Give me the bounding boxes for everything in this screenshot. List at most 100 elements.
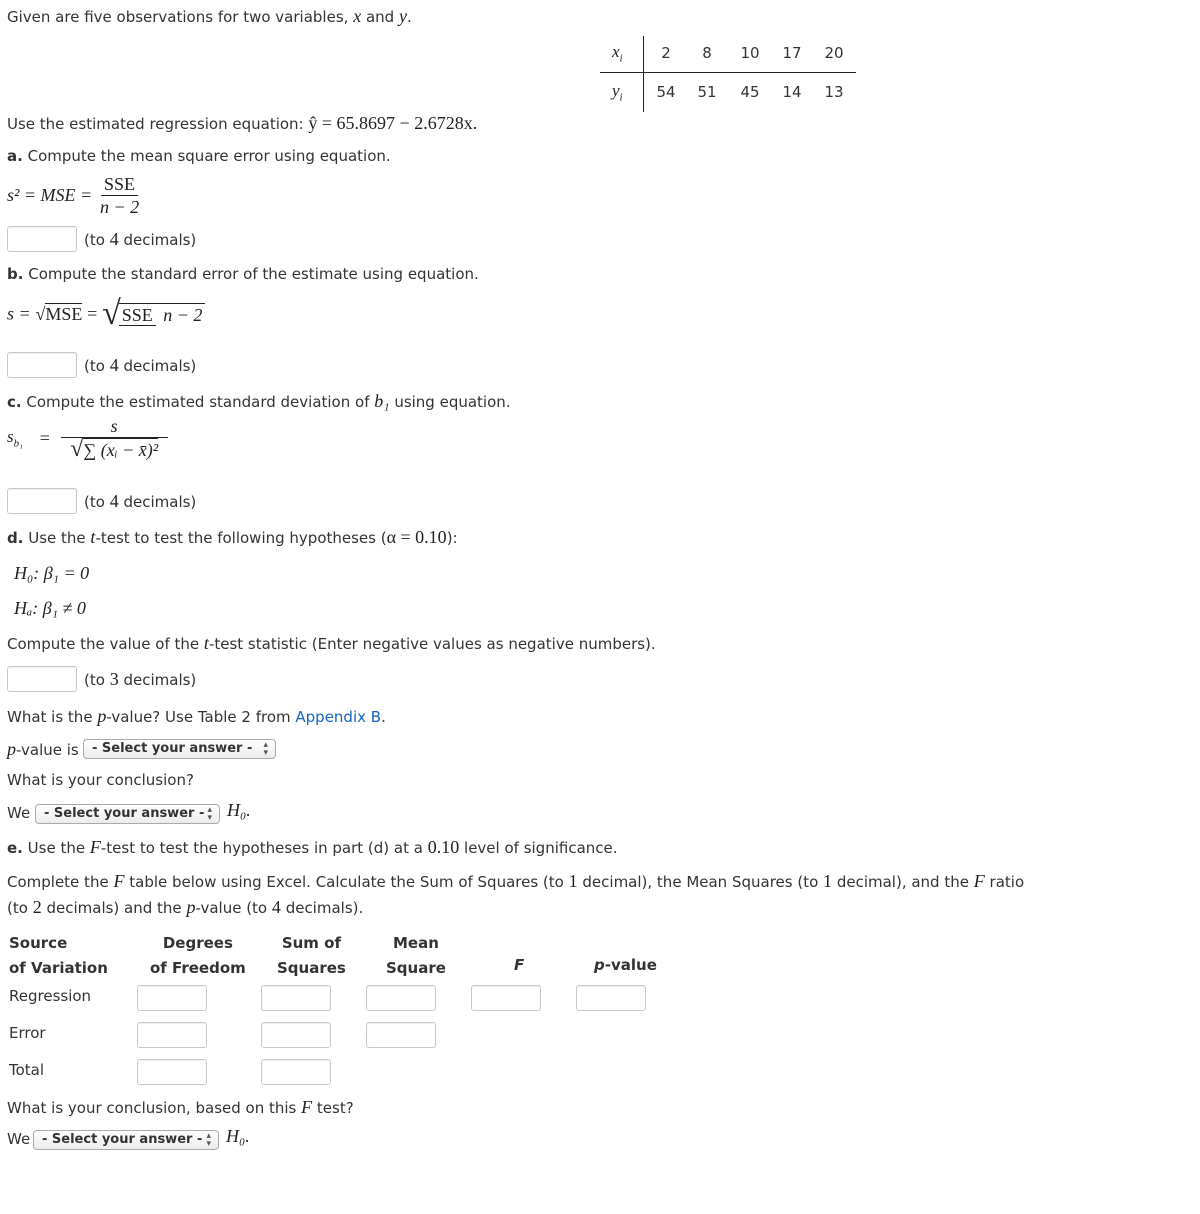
- updown-arrows-icon: ▴ ▾: [206, 1131, 211, 1149]
- t-stat-input[interactable]: [7, 666, 77, 692]
- updown-arrows-icon: ▴ ▾: [207, 805, 212, 823]
- fraction-denominator: n − 2: [99, 197, 140, 217]
- regression-pvalue-input[interactable]: [576, 985, 646, 1011]
- header-source: Source of Variation: [9, 934, 108, 977]
- part-c-text: Compute the estimated standard deviation…: [26, 393, 370, 411]
- part-a-heading: a. Compute the mean square error using e…: [7, 147, 391, 165]
- t-stat-prompt: Compute the value of the t-test statisti…: [7, 633, 656, 653]
- equals: =: [39, 427, 50, 448]
- f-conclusion-select[interactable]: - Select your answer - ▴ ▾: [33, 1130, 219, 1150]
- part-d-hint: (to 3 decimals): [84, 669, 197, 689]
- part-d-letter: d.: [7, 529, 24, 547]
- table-vertical-rule: [643, 36, 644, 112]
- table-horizontal-rule: [600, 72, 856, 73]
- sb1-fraction: s √∑ (xᵢ − x̄)²: [60, 415, 168, 462]
- fraction-denominator: √∑ (xᵢ − x̄)²: [70, 436, 159, 462]
- part-c-text-post: using equation.: [394, 393, 511, 411]
- part-b-text: Compute the standard error of the estima…: [28, 265, 479, 283]
- total-df-input[interactable]: [137, 1059, 207, 1085]
- equals: =: [87, 303, 98, 324]
- part-b-formula: s = √MSE = √ SSE n − 2: [7, 295, 206, 333]
- error-ms-input[interactable]: [366, 1022, 436, 1048]
- mse-lhs: s² = MSE =: [7, 185, 93, 205]
- x-value-cell: 8: [702, 44, 712, 62]
- select-label: - Select your answer -: [42, 1132, 203, 1147]
- header-f: F: [514, 956, 525, 974]
- observations-table: xi yi 2 8 10 17 20 54 51 45 14 13: [600, 36, 856, 112]
- fraction-numerator: SSE: [118, 304, 156, 326]
- h0-end: H₀.: [227, 800, 251, 820]
- x-value-cell: 20: [824, 44, 844, 62]
- total-ss-input[interactable]: [261, 1059, 331, 1085]
- header-ss: Sum of Squares: [277, 934, 346, 977]
- regression-line: Use the estimated regression equation: ŷ…: [7, 113, 477, 134]
- part-e-heading: e. Use the F-test to test the hypotheses…: [7, 837, 618, 857]
- std-error-input[interactable]: [7, 352, 77, 378]
- regression-ss-input[interactable]: [261, 985, 331, 1011]
- intro-text: Given are five observations for two vari…: [7, 6, 412, 27]
- mse-input[interactable]: [7, 226, 77, 252]
- row-label-total: Total: [9, 1061, 45, 1079]
- part-b-heading: b. Compute the standard error of the est…: [7, 265, 479, 283]
- conclusion-question: What is your conclusion?: [7, 771, 194, 789]
- fraction-numerator: s: [60, 415, 168, 438]
- pvalue-question: What is the p-value? Use Table 2 from Ap…: [7, 706, 386, 726]
- var-x: x: [353, 6, 362, 26]
- select-label: - Select your answer -: [92, 741, 253, 756]
- part-c-letter: c.: [7, 393, 22, 411]
- sqrt-mse: √MSE: [35, 303, 83, 324]
- we-label-f: We: [7, 1130, 31, 1148]
- b1-symbol: b₁: [374, 391, 390, 411]
- regression-prefix: Use the estimated regression equation:: [7, 115, 304, 133]
- appendix-b-link[interactable]: Appendix B: [295, 708, 381, 726]
- error-ss-input[interactable]: [261, 1022, 331, 1048]
- row-label-regression: Regression: [9, 987, 92, 1005]
- sse-fraction: SSE n − 2: [118, 302, 206, 326]
- x-value-cell: 2: [661, 44, 671, 62]
- row-label-error: Error: [9, 1024, 46, 1042]
- header-pvalue: p-value: [594, 956, 657, 974]
- part-a-letter: a.: [7, 147, 23, 165]
- pvalue-label: p-value is: [7, 739, 79, 759]
- part-c-formula: sb₁ = s √∑ (xᵢ − x̄)²: [7, 415, 168, 461]
- part-c-heading: c. Compute the estimated standard deviat…: [7, 391, 511, 412]
- regression-f-input[interactable]: [471, 985, 541, 1011]
- part-a-hint: (to 4 decimals): [84, 229, 197, 249]
- select-label: - Select your answer -: [44, 806, 205, 821]
- x-value-cell: 17: [782, 44, 802, 62]
- fraction-numerator: SSE: [101, 173, 139, 196]
- y-value-cell: 51: [697, 83, 717, 101]
- part-d-heading: d. Use the t-test to test the following …: [7, 527, 458, 547]
- f-conclusion-question: What is your conclusion, based on this F…: [7, 1097, 354, 1117]
- part-b-hint: (to 4 decimals): [84, 355, 197, 375]
- x-row-label: xi: [612, 42, 623, 65]
- sb1-input[interactable]: [7, 488, 77, 514]
- y-value-cell: 54: [656, 83, 676, 101]
- mse-fraction: SSE n − 2: [97, 173, 142, 218]
- f-table-instructions: Complete the F table below using Excel. …: [7, 871, 1025, 917]
- y-value-cell: 14: [782, 83, 802, 101]
- period: .: [406, 8, 412, 26]
- x-value-cell: 10: [740, 44, 760, 62]
- alternative-hypothesis: Hₐ: β₁ ≠ 0: [14, 598, 86, 618]
- error-df-input[interactable]: [137, 1022, 207, 1048]
- intro-label: Given are five observations for two vari…: [7, 8, 349, 26]
- h0-end-f: H₀.: [226, 1126, 250, 1146]
- part-a-formula: s² = MSE = SSE n − 2: [7, 173, 142, 218]
- s-lhs: s =: [7, 303, 31, 324]
- y-value-cell: 45: [740, 83, 760, 101]
- fraction-denominator: n − 2: [163, 304, 203, 325]
- regression-df-input[interactable]: [137, 985, 207, 1011]
- updown-arrows-icon: ▴ ▾: [263, 740, 268, 758]
- and-word: and: [365, 8, 395, 26]
- y-value-cell: 13: [824, 83, 844, 101]
- pvalue-select[interactable]: - Select your answer - ▴ ▾: [83, 739, 276, 759]
- part-b-letter: b.: [7, 265, 24, 283]
- regression-ms-input[interactable]: [366, 985, 436, 1011]
- null-hypothesis: H₀: β₁ = 0: [14, 563, 90, 583]
- header-df: Degrees of Freedom: [150, 934, 246, 977]
- we-label: We: [7, 804, 31, 822]
- part-a-text: Compute the mean square error using equa…: [27, 147, 391, 165]
- t-conclusion-select[interactable]: - Select your answer - ▴ ▾: [35, 804, 220, 824]
- var-y: y: [398, 6, 407, 26]
